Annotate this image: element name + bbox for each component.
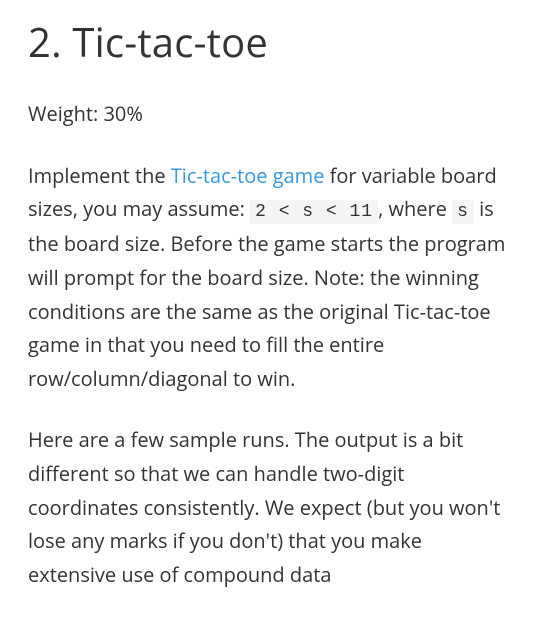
intro-text-3: , where [378, 195, 452, 222]
code-variable-s: s [452, 200, 474, 224]
tic-tac-toe-link[interactable]: Tic-tac-toe game [171, 162, 325, 189]
weight-paragraph: Weight: 30% [28, 97, 512, 131]
intro-text-4: is the board size. Before the game start… [28, 195, 505, 392]
sample-runs-paragraph: Here are a few sample runs. The output i… [28, 423, 512, 591]
code-range: 2 < s < 11 [250, 200, 378, 224]
section-heading: 2. Tic-tac-toe [28, 14, 512, 69]
intro-paragraph: Implement the Tic-tac-toe game for varia… [28, 159, 512, 396]
intro-text-1: Implement the [28, 162, 171, 189]
